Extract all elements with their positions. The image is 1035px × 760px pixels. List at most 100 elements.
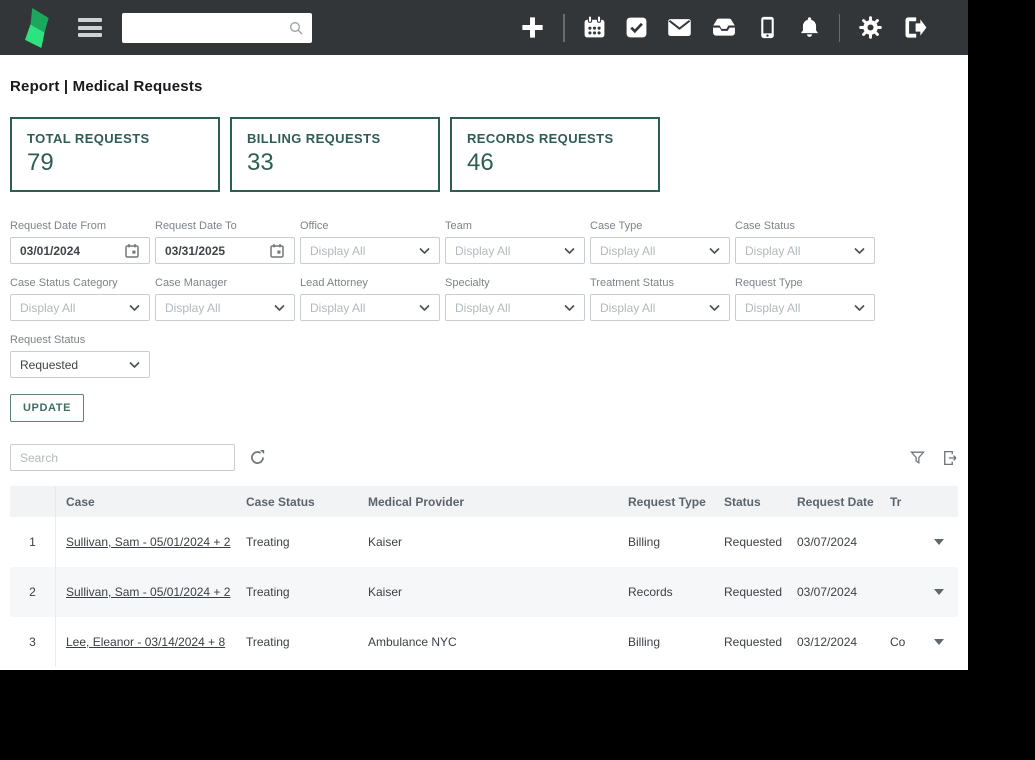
select-team[interactable]: Display All <box>445 237 585 264</box>
chevron-down-icon <box>564 247 575 255</box>
select-case-manager[interactable]: Display All <box>155 294 295 321</box>
truncated-cell: Co <box>890 617 920 667</box>
filter-label: Team <box>445 220 585 232</box>
table-header-row: Case Case Status Medical Provider Reques… <box>10 486 958 517</box>
case-status-cell: Treating <box>246 567 368 617</box>
select-office[interactable]: Display All <box>300 237 440 264</box>
filter-label: Specialty <box>445 277 585 289</box>
divider <box>563 14 565 42</box>
refresh-icon[interactable] <box>248 448 267 467</box>
filter-funnel-icon[interactable] <box>909 449 926 466</box>
table-search-input[interactable] <box>10 444 235 471</box>
filter-office: Office Display All <box>300 220 440 264</box>
request-date-cell: 03/12/2024 <box>797 617 890 667</box>
tasks-icon[interactable] <box>624 15 649 40</box>
update-button[interactable]: UPDATE <box>10 394 84 422</box>
global-search[interactable] <box>122 13 312 43</box>
filter-label: Case Type <box>590 220 730 232</box>
filter-label: Lead Attorney <box>300 277 440 289</box>
stat-card-records-requests: RECORDS REQUESTS 46 <box>450 117 660 192</box>
chevron-down-icon <box>854 247 865 255</box>
select-value: Display All <box>310 244 419 258</box>
filters-grid: Request Date From 03/01/2024 Request Dat… <box>10 220 963 378</box>
date-value: 03/31/2025 <box>165 244 269 258</box>
header-request-date: Request Date <box>797 486 890 517</box>
calendar-icon[interactable] <box>124 243 140 259</box>
calendar-icon[interactable] <box>269 243 285 259</box>
phone-icon[interactable] <box>755 15 780 40</box>
chevron-down-icon <box>129 361 140 369</box>
top-navbar <box>0 0 968 55</box>
select-case-status-category[interactable]: Display All <box>10 294 150 321</box>
medical-provider-cell: Kaiser <box>368 567 628 617</box>
table-row: 1 Sullivan, Sam - 05/01/2024 + 2 Treatin… <box>10 517 958 567</box>
header-truncated: Tr <box>890 486 920 517</box>
row-number: 3 <box>10 617 56 667</box>
case-link[interactable]: Sullivan, Sam - 05/01/2024 + 2 <box>66 535 230 549</box>
page-title: Report | Medical Requests <box>10 78 963 95</box>
notifications-icon[interactable] <box>797 15 822 40</box>
sign-out-icon[interactable] <box>901 14 928 41</box>
header-actions <box>920 486 958 517</box>
date-input-request-date-to[interactable]: 03/31/2025 <box>155 237 295 264</box>
filter-case-status-category: Case Status Category Display All <box>10 277 150 321</box>
global-search-input[interactable] <box>130 19 288 36</box>
search-icon <box>288 20 304 36</box>
header-case: Case <box>56 486 246 517</box>
filter-label: Request Date From <box>10 220 150 232</box>
request-date-cell: 03/07/2024 <box>797 517 890 567</box>
select-value: Display All <box>455 301 564 315</box>
status-cell: Requested <box>724 617 797 667</box>
medical-provider-cell: Kaiser <box>368 517 628 567</box>
date-value: 03/01/2024 <box>20 244 124 258</box>
select-request-type[interactable]: Display All <box>735 294 875 321</box>
case-status-cell: Treating <box>246 617 368 667</box>
row-expand-caret-icon[interactable] <box>934 589 944 595</box>
requests-table: Case Case Status Medical Provider Reques… <box>10 486 958 667</box>
brand-logo-icon[interactable] <box>18 8 52 48</box>
header-medical-provider: Medical Provider <box>368 486 628 517</box>
divider <box>839 14 841 42</box>
export-icon[interactable] <box>941 449 959 467</box>
select-value: Requested <box>20 358 129 372</box>
row-expand-caret-icon[interactable] <box>934 539 944 545</box>
select-lead-attorney[interactable]: Display All <box>300 294 440 321</box>
filter-label: Request Status <box>10 334 150 346</box>
screen: Report | Medical Requests TOTAL REQUESTS… <box>0 0 1035 760</box>
header-status: Status <box>724 486 797 517</box>
select-case-type[interactable]: Display All <box>590 237 730 264</box>
select-request-status[interactable]: Requested <box>10 351 150 378</box>
navbar-actions <box>519 14 928 42</box>
request-type-cell: Billing <box>628 617 724 667</box>
filter-request-status: Request Status Requested <box>10 334 150 378</box>
truncated-cell <box>890 517 920 567</box>
settings-icon[interactable] <box>857 14 884 41</box>
stat-value: 46 <box>467 149 643 177</box>
chevron-down-icon <box>709 304 720 312</box>
calendar-icon[interactable] <box>582 15 607 40</box>
case-link[interactable]: Sullivan, Sam - 05/01/2024 + 2 <box>66 585 230 599</box>
filter-label: Case Status Category <box>10 277 150 289</box>
select-case-status[interactable]: Display All <box>735 237 875 264</box>
select-specialty[interactable]: Display All <box>445 294 585 321</box>
stat-value: 79 <box>27 149 203 177</box>
header-row-number <box>10 486 56 517</box>
row-number: 1 <box>10 517 56 567</box>
stat-card-total-requests: TOTAL REQUESTS 79 <box>10 117 220 192</box>
status-cell: Requested <box>724 517 797 567</box>
select-treatment-status[interactable]: Display All <box>590 294 730 321</box>
stat-label: TOTAL REQUESTS <box>27 131 203 146</box>
mail-icon[interactable] <box>666 14 693 41</box>
header-request-type: Request Type <box>628 486 724 517</box>
date-input-request-date-from[interactable]: 03/01/2024 <box>10 237 150 264</box>
inbox-icon[interactable] <box>710 14 738 42</box>
select-value: Display All <box>745 244 854 258</box>
filter-label: Request Type <box>735 277 875 289</box>
row-expand-caret-icon[interactable] <box>934 639 944 645</box>
menu-icon[interactable] <box>78 15 102 41</box>
add-icon[interactable] <box>519 14 546 41</box>
request-type-cell: Billing <box>628 517 724 567</box>
select-value: Display All <box>745 301 854 315</box>
case-link[interactable]: Lee, Eleanor - 03/14/2024 + 8 <box>66 635 225 649</box>
header-case-status: Case Status <box>246 486 368 517</box>
